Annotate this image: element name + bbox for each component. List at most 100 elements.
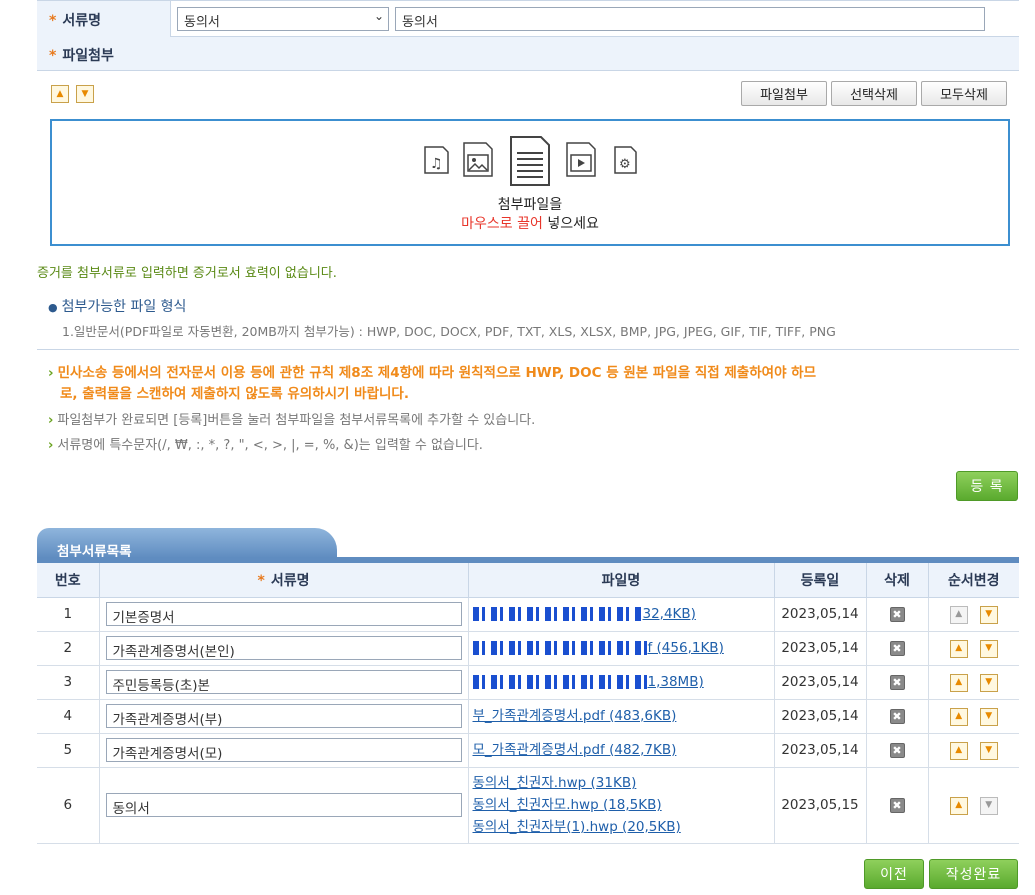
svg-text:♫: ♫ [430,156,443,172]
settings-file-icon: ⚙ [614,146,637,174]
drop-zone-line2-rest: 넣으세요 [542,216,599,232]
doc-name-field[interactable]: 기본증명서 [105,602,462,626]
chevron-down-icon: ⌄ [373,9,384,23]
redacted-filename [472,675,648,689]
move-down-button[interactable]: ▼ [979,707,998,726]
reg-date: 2023,05,14 [773,664,867,700]
doc-name-input[interactable]: 동의서 [395,7,985,31]
file-type-icons: ♫ ⚙ [424,136,637,186]
audio-file-icon: ♫ [424,146,449,174]
complete-button[interactable]: 작성완료 [929,859,1018,889]
reg-date: 2023,05,14 [773,732,867,768]
attached-list-tab: 첨부서류목록 [37,528,337,560]
file-link[interactable]: 동의서_친권자부(1).hwp (20,5KB) [473,816,770,838]
doc-type-select[interactable]: 동의서 ⌄ [177,7,389,31]
file-link[interactable]: 동의서_친권자.hwp (31KB) [473,772,770,794]
drop-zone-line1: 첨부파일을 [497,197,563,213]
col-header-order: 순서변경 [927,563,1019,598]
table-row: 2 가족관계증명서(본인) f (456,1KB) 2023,05,14 ✖ ▲… [37,630,1019,666]
move-down-button[interactable]: ▼ [76,85,94,103]
bullet-icon: ● [48,301,58,314]
row-number: 6 [37,766,100,844]
rule-notice-line1: › 민사소송 등에서의 전자문서 이용 등에 관한 규칙 제8조 제4항에 따라 … [48,363,1020,384]
row-number: 1 [37,596,100,632]
register-button[interactable]: 등 록 [956,471,1018,501]
reg-date: 2023,05,14 [773,596,867,632]
delete-icon[interactable]: ✖ [889,675,905,690]
divider [37,349,1019,350]
doc-name-field[interactable]: 가족관계증명서(모) [105,738,462,762]
chevron-right-icon: › [48,438,54,453]
move-down-button: ▼ [979,796,998,815]
register-notice: › 파일첨부가 완료되면 [등록]버튼을 눌러 첨부파일을 첨부서류목록에 추가할… [48,409,535,428]
doc-name-label: 서류명 [62,13,101,29]
file-link[interactable]: 32,4KB) [472,603,770,625]
special-chars-notice: › 서류명에 특수문자(/, ₩, :, *, ?, ", <, >, |, =,… [48,434,483,453]
file-link[interactable]: f (456,1KB) [472,637,770,659]
file-drop-zone[interactable]: ♫ ⚙ 첨부파일을 마우스로 끌어 넣으세요 [50,119,1010,246]
col-header-date: 등록일 [773,563,867,598]
formats-detail: 1.일반문서(PDF파일로 자동변환, 20MB까지 첨부가능) : HWP, … [62,324,836,339]
table-row: 5 가족관계증명서(모) 모_가족관계증명서.pdf (482,7KB) 202… [37,732,1019,768]
delete-icon[interactable]: ✖ [889,709,905,724]
move-up-button: ▲ [949,605,968,624]
row-number: 5 [37,732,100,768]
doc-name-header: * 서류명 [37,1,171,37]
delete-icon[interactable]: ✖ [889,607,905,622]
image-file-icon [463,142,493,177]
move-up-button[interactable]: ▲ [949,707,968,726]
reg-date: 2023,05,14 [773,698,867,734]
file-link[interactable]: 모_가족관계증명서.pdf (482,7KB) [473,739,770,761]
doc-name-field[interactable]: 가족관계증명서(부) [105,704,462,728]
document-file-icon [510,136,550,186]
prev-button[interactable]: 이전 [864,859,924,889]
file-link-text: 1,38MB) [647,674,704,690]
formats-title-text: 첨부가능한 파일 형식 [61,299,187,315]
attach-file-button[interactable]: 파일첨부 [741,81,827,106]
video-file-icon [566,142,596,177]
chevron-right-icon: › [48,365,54,381]
delete-all-button[interactable]: 모두삭제 [921,81,1007,106]
required-star-icon: * [257,572,265,589]
reg-date: 2023,05,15 [773,766,867,844]
file-link[interactable]: 동의서_친권자모.hwp (18,5KB) [473,794,770,816]
evidence-warning: 증거를 첨부서류로 입력하면 증거로서 효력이 없습니다. [37,266,337,281]
file-link-text: f (456,1KB) [647,640,724,656]
row-number: 2 [37,630,100,666]
col-header-doc-name: * 서류명 [98,563,469,598]
rule-notice: › 민사소송 등에서의 전자문서 이용 등에 관한 규칙 제8조 제4항에 따라 … [48,363,1020,405]
redacted-filename [472,641,648,655]
doc-name-field[interactable]: 가족관계증명서(본인) [105,636,462,660]
move-down-button[interactable]: ▼ [979,741,998,760]
reg-date: 2023,05,14 [773,630,867,666]
row-number: 4 [37,698,100,734]
move-down-button[interactable]: ▼ [979,673,998,692]
file-link[interactable]: 1,38MB) [472,671,770,693]
delete-selected-button[interactable]: 선택삭제 [831,81,917,106]
attach-label: 파일첨부 [62,48,114,64]
delete-icon[interactable]: ✖ [889,641,905,656]
doc-name-row: * 서류명 동의서 ⌄ 동의서 [37,0,1019,37]
table-header-row: 번호 * 서류명 파일명 등록일 삭제 순서변경 [37,563,1019,598]
register-notice-text: 파일첨부가 완료되면 [등록]버튼을 눌러 첨부파일을 첨부서류목록에 추가할 … [57,413,536,428]
move-up-button[interactable]: ▲ [51,85,69,103]
move-down-button[interactable]: ▼ [979,639,998,658]
doc-name-field[interactable]: 동의서 [105,793,462,817]
required-star-icon: * [49,48,57,64]
col-header-delete: 삭제 [865,563,929,598]
move-up-button[interactable]: ▲ [949,741,968,760]
svg-text:⚙: ⚙ [619,157,631,172]
delete-icon[interactable]: ✖ [889,798,905,813]
delete-icon[interactable]: ✖ [889,743,905,758]
move-down-button[interactable]: ▼ [979,605,998,624]
chevron-right-icon: › [48,413,54,428]
move-up-button[interactable]: ▲ [949,796,968,815]
file-link[interactable]: 부_가족관계증명서.pdf (483,6KB) [473,705,770,727]
doc-name-field[interactable]: 주민등록등(초)본 [105,670,462,694]
move-up-button[interactable]: ▲ [949,639,968,658]
file-link-text: 32,4KB) [642,606,696,622]
move-up-button[interactable]: ▲ [949,673,968,692]
table-row: 6 동의서 동의서_친권자.hwp (31KB) 동의서_친권자모.hwp (1… [37,766,1019,844]
table-row: 4 가족관계증명서(부) 부_가족관계증명서.pdf (483,6KB) 202… [37,698,1019,734]
redacted-filename [472,607,643,621]
